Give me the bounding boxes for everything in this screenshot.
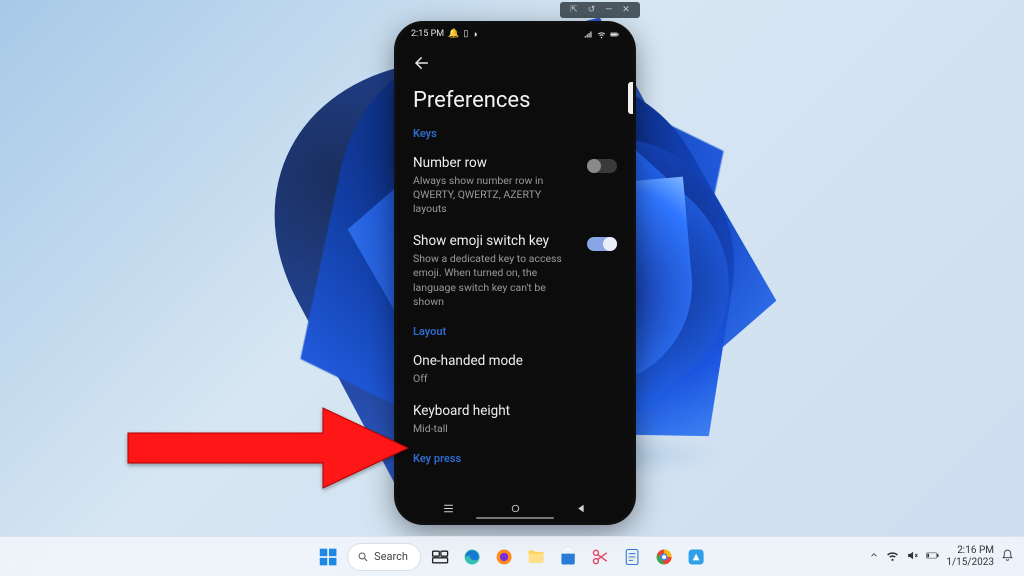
tray-battery-icon[interactable] <box>926 549 939 565</box>
volume-mute-icon <box>906 549 919 562</box>
start-button[interactable] <box>315 544 341 570</box>
section-header-keys: Keys <box>413 127 617 140</box>
battery-icon <box>926 549 939 562</box>
firefox-icon <box>494 547 514 567</box>
folder-icon <box>526 547 546 567</box>
pref-label: Show emoji switch key <box>413 233 575 250</box>
circle-icon <box>509 502 522 515</box>
search-label: Search <box>374 550 408 563</box>
pref-subtext: Always show number row in QWERTY, QWERTZ… <box>413 174 575 217</box>
pref-number-row[interactable]: Number row Always show number row in QWE… <box>413 148 617 226</box>
note-icon <box>622 547 642 567</box>
tray-notifications-icon[interactable] <box>1001 549 1014 565</box>
section-header-layout: Layout <box>413 325 617 338</box>
taskbar: Search 2:16 PM 1/15/2023 <box>0 536 1024 576</box>
bell-icon <box>1001 549 1014 562</box>
task-view-button[interactable] <box>427 544 453 570</box>
tray-wifi-icon[interactable] <box>886 549 899 565</box>
page-title: Preferences <box>413 88 617 113</box>
scissors-icon <box>590 547 610 567</box>
mirror-pin-icon[interactable]: ⇱ <box>570 6 578 15</box>
arrow-left-icon <box>413 54 431 72</box>
toggle-emoji-switch[interactable] <box>587 237 617 251</box>
mirror-app-icon <box>686 547 706 567</box>
pref-emoji-switch[interactable]: Show emoji switch key Show a dedicated k… <box>413 226 617 319</box>
tray-overflow-button[interactable] <box>869 550 879 563</box>
menu-icon <box>442 502 455 515</box>
taskbar-app-edge[interactable] <box>459 544 485 570</box>
pref-label: One-handed mode <box>413 353 605 370</box>
section-header-keypress: Key press <box>413 452 617 465</box>
taskbar-app-store[interactable] <box>555 544 581 570</box>
clock-date: 1/15/2023 <box>946 557 994 569</box>
pref-subtext: Mid-tall <box>413 422 605 436</box>
taskbar-app-firefox[interactable] <box>491 544 517 570</box>
phone-status-bar: 2:15 PM 🔔 ▯ ◑ <box>397 24 633 44</box>
phone-frame: 2:15 PM 🔔 ▯ ◑ Preferences Keys Number ro… <box>397 24 633 522</box>
taskbar-center: Search <box>315 543 709 571</box>
triangle-left-icon <box>575 502 588 515</box>
taskbar-app-notepad[interactable] <box>619 544 645 570</box>
pref-subtext: Off <box>413 372 605 386</box>
nav-back-button[interactable] <box>567 498 597 518</box>
chrome-icon <box>654 547 674 567</box>
wifi-icon <box>886 549 899 562</box>
task-view-icon <box>430 547 450 567</box>
signal-icon <box>584 30 593 39</box>
tray-volume-icon[interactable] <box>906 549 919 565</box>
nav-menu-button[interactable] <box>434 498 464 518</box>
search-icon <box>357 551 369 563</box>
bell-icon: 🔔 <box>448 29 459 39</box>
dnd-icon: ◑ <box>472 29 477 40</box>
toggle-number-row[interactable] <box>587 159 617 173</box>
back-button[interactable] <box>413 44 433 82</box>
mirror-close-icon[interactable]: ✕ <box>622 6 630 15</box>
mirror-window-titlebar: ⇱ ↺ — ✕ <box>560 2 640 18</box>
pref-label: Keyboard height <box>413 403 605 420</box>
pref-subtext: Show a dedicated key to access emoji. Wh… <box>413 252 575 309</box>
battery-icon <box>610 30 619 39</box>
pref-one-handed[interactable]: One-handed mode Off <box>413 346 617 396</box>
gesture-hint-bar <box>476 517 554 519</box>
tray-clock[interactable]: 2:16 PM 1/15/2023 <box>946 545 994 568</box>
taskbar-app-explorer[interactable] <box>523 544 549 570</box>
taskbar-app-mirror[interactable] <box>683 544 709 570</box>
mirror-minimize-icon[interactable]: — <box>605 6 612 15</box>
chevron-up-icon <box>869 550 879 560</box>
phone-content: Preferences Keys Number row Always show … <box>397 44 633 465</box>
status-time: 2:15 PM <box>411 29 444 39</box>
edge-icon <box>462 547 482 567</box>
taskbar-search[interactable]: Search <box>347 543 421 571</box>
wifi-icon <box>597 30 606 39</box>
nav-home-button[interactable] <box>500 498 530 518</box>
taskbar-app-snip[interactable] <box>587 544 613 570</box>
pref-label: Number row <box>413 155 575 172</box>
sim-icon: ▯ <box>463 29 468 39</box>
mirror-undo-icon[interactable]: ↺ <box>588 6 596 15</box>
pref-keyboard-height[interactable]: Keyboard height Mid-tall <box>413 396 617 446</box>
taskbar-app-chrome[interactable] <box>651 544 677 570</box>
store-icon <box>558 547 578 567</box>
system-tray: 2:16 PM 1/15/2023 <box>869 545 1014 568</box>
windows-icon <box>318 547 338 567</box>
side-tab-peek <box>628 82 633 114</box>
clock-time: 2:16 PM <box>946 545 994 557</box>
